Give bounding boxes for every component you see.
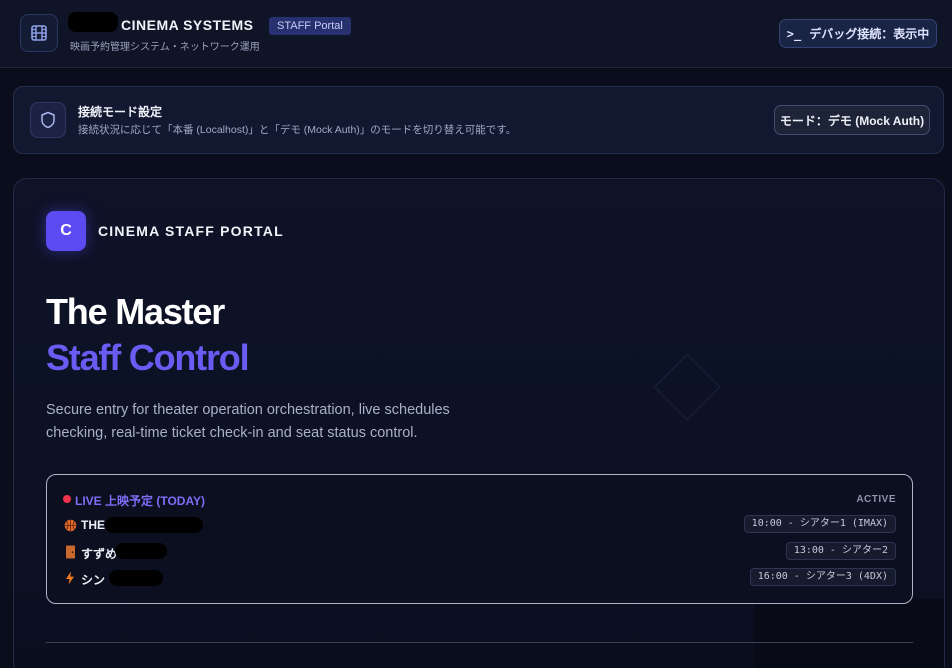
shield-icon xyxy=(30,102,66,138)
redacted-block xyxy=(109,570,163,586)
status-badge: ACTIVE xyxy=(856,494,896,505)
top-header: CINEMA SYSTEMS STAFF Portal 映画予約管理システム・ネ… xyxy=(0,0,952,68)
brand-badge: STAFF Portal xyxy=(269,17,351,35)
section-divider xyxy=(46,642,913,643)
live-indicator-dot xyxy=(63,495,71,503)
mode-toggle-button[interactable]: モード：デモ (Mock Auth) xyxy=(774,105,930,135)
lightning-icon xyxy=(63,571,77,585)
movie-title: すずめ xyxy=(81,547,118,561)
mode-panel-title: 接続モード設定 xyxy=(78,105,163,119)
live-schedule-label: LIVE 上映予定 (TODAY) xyxy=(75,494,206,508)
debug-button-label: デバッグ接続：表示中 xyxy=(809,27,930,41)
movie-title: THE xyxy=(81,518,105,532)
hero-description: Secure entry for theater operation orche… xyxy=(46,402,450,441)
showtime-badge: 13:00 - シアター2 xyxy=(785,542,896,560)
showtime-badge: 16:00 - シアター3 (4DX) xyxy=(749,568,896,586)
live-schedule-panel: LIVE 上映予定 (TODAY) ACTIVE THE 10:00 - シアタ… xyxy=(46,474,913,604)
showtime-badge: 10:00 - シアター1 (IMAX) xyxy=(743,515,896,533)
redacted-block xyxy=(68,12,118,32)
decorative-diamond xyxy=(653,353,721,421)
redacted-block xyxy=(105,517,203,533)
portal-title: CINEMA STAFF PORTAL xyxy=(98,223,284,239)
brand-title: CINEMA SYSTEMS xyxy=(121,17,254,33)
door-icon xyxy=(63,545,77,559)
terminal-icon: >_ xyxy=(786,26,802,41)
mode-panel-description: 接続状況に応じて「本番 (Localhost)」と「デモ (Mock Auth)… xyxy=(78,124,517,136)
portal-logo: C xyxy=(46,211,86,251)
basketball-icon xyxy=(63,518,77,532)
debug-connection-button[interactable]: >_ デバッグ接続：表示中 xyxy=(779,19,937,48)
decorative-shape xyxy=(754,599,944,668)
login-hero-card: C CINEMA STAFF PORTAL The Master Staff C… xyxy=(13,178,945,668)
brand-subtitle: 映画予約管理システム・ネットワーク運用 xyxy=(70,42,260,53)
hero-heading-line2: Staff Control xyxy=(46,337,250,378)
film-icon xyxy=(20,14,58,52)
redacted-block xyxy=(115,543,167,559)
hero-heading-line1: The Master xyxy=(46,291,225,332)
connection-mode-panel: 接続モード設定 接続状況に応じて「本番 (Localhost)」と「デモ (Mo… xyxy=(13,86,944,154)
